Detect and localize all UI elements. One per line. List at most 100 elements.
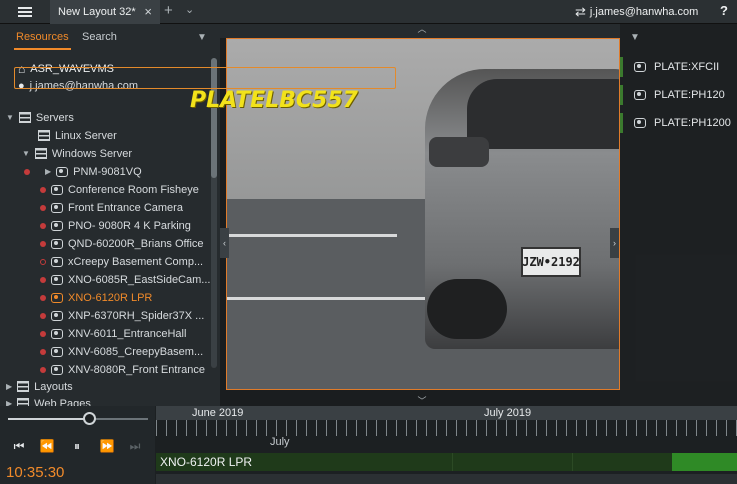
camera-icon bbox=[51, 364, 63, 375]
camera-label: Conference Room Fisheye bbox=[68, 183, 199, 196]
camera-item[interactable]: XNV-8080R_Front Entrance bbox=[40, 361, 205, 378]
camera-label: xCreepy Basement Comp... bbox=[68, 255, 204, 268]
servers-icon bbox=[18, 112, 31, 123]
camera-label: XNO-6120R LPR bbox=[68, 291, 153, 304]
linux-server-label: Linux Server bbox=[55, 129, 117, 142]
expand-arrow-icon[interactable]: ▶ bbox=[6, 382, 12, 391]
camera-icon bbox=[51, 274, 63, 285]
skip-to-start-button[interactable]: ⏮ bbox=[8, 436, 30, 456]
notification-item[interactable]: PLATE:XFCII bbox=[620, 54, 737, 80]
camera-item[interactable]: xCreepy Basement Comp... bbox=[40, 253, 203, 270]
timeline-ticks[interactable] bbox=[156, 420, 737, 436]
timeline-months: June 2019 July 2019 bbox=[156, 406, 737, 420]
camera-item[interactable]: XNV-6011_EntranceHall bbox=[40, 325, 186, 342]
camera-icon bbox=[51, 220, 63, 231]
license-plate: JZW•2192 bbox=[521, 247, 581, 277]
pause-button[interactable]: ⏸ bbox=[66, 436, 88, 456]
camera-item[interactable]: Conference Room Fisheye bbox=[40, 181, 199, 198]
camera-item[interactable]: Front Entrance Camera bbox=[40, 199, 183, 216]
playback-clock: 10:35:30 bbox=[6, 464, 65, 481]
chevron-up-icon[interactable]: ︿ bbox=[411, 22, 433, 34]
status-dot bbox=[40, 222, 46, 229]
camera-track[interactable]: XNO-6120R LPR bbox=[156, 453, 737, 471]
camera-icon bbox=[51, 202, 63, 213]
camera-label: XNV-6085_CreepyBasem... bbox=[68, 345, 204, 358]
expand-arrow-icon[interactable]: ▶ bbox=[45, 167, 51, 176]
status-dot bbox=[40, 240, 46, 247]
help-button[interactable]: ? bbox=[720, 3, 728, 18]
volume-slider[interactable] bbox=[8, 412, 148, 425]
notification-item[interactable]: PLATE:PH1200 bbox=[620, 110, 737, 136]
sync-icon: ⇄ bbox=[575, 4, 586, 19]
server-icon bbox=[34, 148, 47, 159]
track-divider bbox=[452, 453, 453, 471]
windows-server-node[interactable]: ▼ Windows Server bbox=[22, 145, 132, 162]
tabs-dropdown-icon[interactable]: ⌄ bbox=[185, 3, 194, 16]
camera-label: XNV-6011_EntranceHall bbox=[68, 327, 187, 340]
lane-line bbox=[227, 234, 397, 237]
collapse-right-panel-button[interactable]: › bbox=[610, 228, 619, 258]
timeline-area: ⏮ ⏪ ⏸ ⏩ ⏭ 10:35:30 June 2019 July 2019 J… bbox=[0, 406, 737, 484]
camera-item[interactable]: XNV-6085_CreepyBasem... bbox=[40, 343, 203, 360]
collapse-arrow-icon[interactable]: ▼ bbox=[6, 113, 14, 122]
car-tail-light bbox=[429, 137, 489, 167]
main-menu-button[interactable] bbox=[0, 0, 50, 24]
camera-icon bbox=[51, 184, 63, 195]
nvr-node[interactable]: ▶ PNM-9081VQ bbox=[24, 163, 142, 180]
resources-tabs: Resources Search ▼ bbox=[0, 24, 220, 50]
notification-item[interactable]: PLATE:PH120 bbox=[620, 82, 737, 108]
notification-label: PLATE:PH1200 bbox=[654, 117, 731, 129]
user-email: j.james@hanwha.com bbox=[589, 6, 699, 18]
tab-search[interactable]: Search bbox=[82, 31, 117, 43]
collapse-arrow-icon[interactable]: ▼ bbox=[22, 149, 30, 158]
camera-item[interactable]: QND-60200R_Brians Office bbox=[40, 235, 204, 252]
close-tab-icon[interactable]: × bbox=[144, 4, 152, 19]
skip-to-end-button[interactable]: ⏭ bbox=[124, 436, 146, 456]
timeline-scrollbar[interactable] bbox=[156, 474, 737, 484]
user-menu[interactable]: ⇄ j.james@hanwha.com bbox=[569, 0, 702, 24]
status-dot bbox=[40, 294, 46, 301]
add-tab-button[interactable]: + bbox=[164, 2, 173, 19]
windows-server-label: Windows Server bbox=[51, 147, 132, 160]
camera-icon bbox=[634, 90, 646, 100]
layouts-label: Layouts bbox=[34, 380, 73, 393]
pin-icon[interactable]: ▼ bbox=[197, 32, 207, 43]
camera-item[interactable]: XNP-6370RH_Spider37X ... bbox=[40, 307, 204, 324]
tab-resources[interactable]: Resources bbox=[14, 31, 71, 50]
camera-icon bbox=[51, 292, 63, 303]
volume-knob[interactable] bbox=[83, 412, 97, 425]
playback-controls: ⏮ ⏪ ⏸ ⏩ ⏭ 10:35:30 bbox=[0, 406, 155, 484]
nvr-label: PNM-9081VQ bbox=[73, 165, 142, 178]
camera-item[interactable]: XNO-6085R_EastSideCam... bbox=[40, 271, 210, 288]
camera-item[interactable]: PNO- 9080R 4 K Parking bbox=[40, 217, 191, 234]
status-dot bbox=[40, 204, 46, 211]
nvr-icon bbox=[56, 166, 69, 177]
collapse-left-panel-button[interactable]: ‹ bbox=[220, 228, 229, 258]
month-label: June 2019 bbox=[192, 407, 244, 419]
servers-node[interactable]: ▼ Servers bbox=[6, 109, 74, 126]
chevron-down-icon[interactable]: ﹀ bbox=[410, 394, 434, 406]
camera-label: Front Entrance Camera bbox=[68, 201, 183, 214]
lane-line bbox=[227, 297, 427, 300]
camera-item-selected[interactable]: XNO-6120R LPR bbox=[40, 289, 152, 306]
recording-chunk bbox=[672, 453, 737, 471]
camera-icon bbox=[634, 62, 646, 72]
camera-label: PNO- 9080R 4 K Parking bbox=[68, 219, 191, 232]
linux-server-node[interactable]: Linux Server bbox=[38, 127, 117, 144]
rewind-button[interactable]: ⏪ bbox=[36, 436, 58, 456]
status-dot bbox=[40, 186, 46, 193]
layouts-icon bbox=[17, 381, 30, 392]
layout-tab[interactable]: New Layout 32* × bbox=[50, 0, 160, 24]
car-wheel bbox=[427, 279, 507, 339]
fast-forward-button[interactable]: ⏩ bbox=[96, 436, 118, 456]
notifications-panel: ▼ PLATE:XFCII PLATE:PH120 PLATE:PH1200 bbox=[620, 24, 737, 406]
layouts-node[interactable]: ▶ Layouts bbox=[6, 378, 73, 395]
camera-icon bbox=[51, 346, 63, 357]
camera-label: XNV-8080R_Front Entrance bbox=[68, 363, 205, 376]
status-dot bbox=[40, 276, 46, 283]
pin-icon[interactable]: ▼ bbox=[630, 32, 640, 43]
lpr-overlay-text: PLATELBC557 bbox=[190, 88, 358, 113]
camera-label: XNO-6085R_EastSideCam... bbox=[68, 273, 211, 286]
servers-label: Servers bbox=[35, 111, 74, 124]
lpr-overlay-box bbox=[14, 67, 396, 89]
